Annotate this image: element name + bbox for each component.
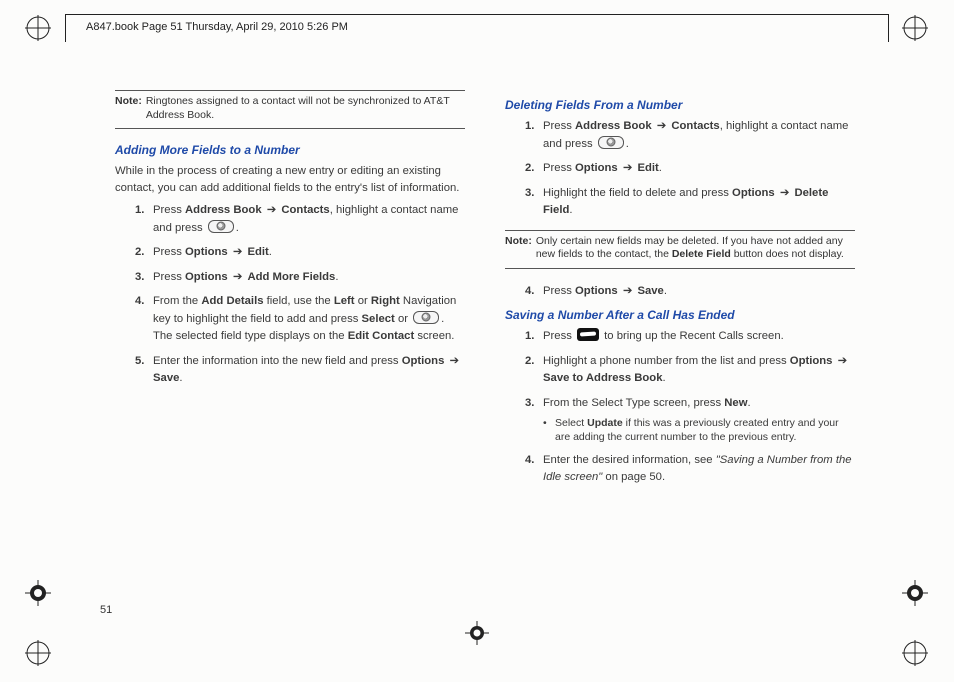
left-column: Note: Ringtones assigned to a contact wi… — [115, 90, 465, 670]
select-key-icon — [413, 311, 439, 324]
crop-mark-icon — [25, 640, 51, 666]
note-delete-field: Note: Only certain new fields may be del… — [505, 230, 855, 269]
heading-adding-more-fields: Adding More Fields to a Number — [115, 143, 465, 157]
note-label: Note: — [505, 235, 536, 262]
saving-number-steps: 1. Press to bring up the Recent Calls sc… — [505, 328, 855, 486]
step-3: 3. Press Options ➔ Add More Fields. — [135, 269, 465, 287]
step-1: 1. Press Address Book ➔ Contacts, highli… — [135, 202, 465, 237]
crop-mark-icon — [902, 580, 928, 606]
page-content: Note: Ringtones assigned to a contact wi… — [115, 90, 855, 670]
step-2: 2. Press Options ➔ Edit. — [135, 244, 465, 262]
note-label: Note: — [115, 95, 146, 122]
d-step-4: 4. Press Options ➔ Save. — [525, 283, 855, 301]
intro-text: While in the process of creating a new e… — [115, 163, 465, 196]
crop-header-text: A847.book Page 51 Thursday, April 29, 20… — [86, 21, 348, 33]
page-number: 51 — [100, 604, 112, 616]
s-step-1: 1. Press to bring up the Recent Calls sc… — [525, 328, 855, 346]
crop-mark-icon — [902, 15, 928, 41]
d-step-3: 3. Highlight the field to delete and pre… — [525, 185, 855, 220]
crop-mark-icon — [902, 640, 928, 666]
sub-bullet-update: Select Update if this was a previously c… — [543, 416, 855, 444]
s-step-3: 3. From the Select Type screen, press Ne… — [525, 395, 855, 445]
note-body: Ringtones assigned to a contact will not… — [146, 95, 465, 122]
select-key-icon — [598, 136, 624, 149]
deleting-fields-steps: 1. Press Address Book ➔ Contacts, highli… — [505, 118, 855, 220]
deleting-fields-steps-cont: 4. Press Options ➔ Save. — [505, 283, 855, 301]
note-ringtones: Note: Ringtones assigned to a contact wi… — [115, 90, 465, 129]
heading-saving-number: Saving a Number After a Call Has Ended — [505, 308, 855, 322]
step-5: 5. Enter the information into the new fi… — [135, 353, 465, 388]
s-step-4: 4. Enter the desired information, see "S… — [525, 452, 855, 487]
d-step-2: 2. Press Options ➔ Edit. — [525, 160, 855, 178]
step-4: 4. From the Add Details field, use the L… — [135, 293, 465, 346]
adding-fields-steps: 1. Press Address Book ➔ Contacts, highli… — [115, 202, 465, 388]
d-step-1: 1. Press Address Book ➔ Contacts, highli… — [525, 118, 855, 153]
call-key-icon — [577, 328, 599, 341]
crop-mark-icon — [25, 15, 51, 41]
s-step-2: 2. Highlight a phone number from the lis… — [525, 353, 855, 388]
note-body: Only certain new fields may be deleted. … — [536, 235, 855, 262]
right-column: Deleting Fields From a Number 1. Press A… — [505, 90, 855, 670]
heading-deleting-fields: Deleting Fields From a Number — [505, 98, 855, 112]
select-key-icon — [208, 220, 234, 233]
crop-mark-icon — [25, 580, 51, 606]
